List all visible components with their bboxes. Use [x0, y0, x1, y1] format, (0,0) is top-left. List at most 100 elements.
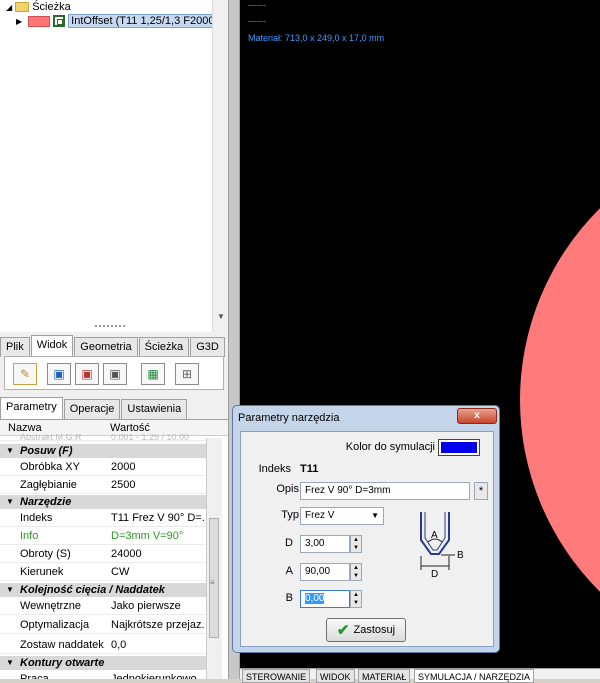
prop-value[interactable]: 2500: [111, 476, 205, 494]
panel-tabs: Plik Widok Geometria Ścieżka G3D: [0, 335, 226, 357]
tab-sterowanie[interactable]: STEROWANIE: [242, 669, 311, 683]
color-blocks-icon: ▦: [147, 367, 159, 381]
property-row-kierunek[interactable]: Kierunek CW: [0, 563, 206, 581]
property-scrollbar[interactable]: ≡: [206, 438, 222, 679]
tab-operacje[interactable]: Operacje: [63, 399, 121, 419]
d-input[interactable]: 3,00: [300, 535, 350, 553]
d-label: D: [285, 537, 293, 549]
tab-sciezka[interactable]: Ścieżka: [138, 337, 190, 357]
opis-button[interactable]: *: [474, 482, 488, 500]
prop-value: 0,001 - 1,25 / 10,00: [111, 434, 190, 441]
edit-view-button[interactable]: ✎: [13, 363, 37, 385]
opis-input[interactable]: Frez V 90° D=3mm: [300, 482, 470, 500]
toolpath-tree[interactable]: ◢ Ścieżka ▶ IntOffset (T11 1,25/1,3 F2000…: [0, 0, 228, 332]
property-row-info: Info D=3mm V=90°: [0, 527, 206, 545]
property-grid: Nazwa Wartość Abstrakt M.G.R 0,001 - 1,2…: [0, 419, 228, 679]
dialog-body: Kolor do symulacji Indeks T11 Opis Frez …: [240, 431, 494, 647]
prop-name: Obróbka XY: [20, 461, 80, 473]
tool-geometry-diagram: A B D: [420, 512, 464, 580]
property-row-obrobka-xy[interactable]: Obróbka XY 2000: [0, 458, 206, 476]
category-narzedzie[interactable]: Narzędzie: [0, 495, 206, 509]
prop-name: Wewnętrzne: [20, 600, 81, 612]
typ-select[interactable]: Frez V ▼: [300, 507, 384, 525]
prop-name: Info: [20, 530, 39, 542]
tab-widok-bottom[interactable]: WIDOK: [316, 669, 355, 683]
category-posuw[interactable]: Posuw (F): [0, 444, 206, 458]
view-side-button[interactable]: ▣: [75, 363, 99, 385]
collapse-arrow-icon[interactable]: ▶: [16, 17, 22, 26]
apply-label: Zastosuj: [353, 624, 396, 636]
sim-color-picker[interactable]: [438, 439, 480, 456]
splitter-grip[interactable]: [95, 325, 125, 329]
expand-icon[interactable]: ◢: [6, 3, 12, 12]
prop-value[interactable]: T11 Frez V 90° D=...: [111, 509, 205, 527]
pencil-icon: ✎: [19, 367, 31, 381]
typ-label: Typ: [281, 509, 299, 521]
prop-value: D=3mm V=90°: [111, 530, 184, 542]
view-top-button[interactable]: ▣: [103, 363, 127, 385]
property-row-indeks[interactable]: Indeks T11 Frez V 90° D=...: [0, 509, 206, 527]
sim-color-label: Kolor do symulacji: [345, 441, 435, 453]
spin-down-icon[interactable]: ▼: [353, 600, 359, 606]
tab-symulacja[interactable]: SYMULACJA / NARZĘDZIA: [414, 669, 535, 683]
scroll-grip-icon: ≡: [210, 578, 215, 587]
property-row-praca[interactable]: Praca Jednokierunkowo: [0, 670, 206, 679]
material-info: Materiał: 713,0 x 249,0 x 17,0 mm: [248, 33, 385, 43]
grid-icon: ⊞: [181, 367, 193, 381]
prop-value[interactable]: 0,0: [111, 636, 205, 654]
prop-name: Praca: [20, 673, 49, 679]
prop-tabs: Parametry Operacje Ustawienia: [0, 397, 188, 419]
scroll-down-icon[interactable]: ▼: [217, 312, 225, 321]
property-row-zaglebianie[interactable]: Zagłębianie 2500: [0, 476, 206, 494]
tab-material[interactable]: MATERIAŁ: [358, 669, 411, 683]
view-front-icon: ▣: [53, 367, 65, 381]
spin-up-icon[interactable]: ▲: [353, 565, 359, 571]
tab-parametry[interactable]: Parametry: [0, 397, 63, 419]
prop-value[interactable]: Jako pierwsze: [111, 597, 205, 615]
property-row-optymalizacja[interactable]: Optymalizacja Najkrótsze przejaz...: [0, 616, 206, 634]
a-label: A: [285, 565, 293, 577]
grid-view-button[interactable]: ⊞: [175, 363, 199, 385]
folder-icon: [15, 2, 30, 13]
category-kontury[interactable]: Kontury otwarte: [0, 656, 206, 670]
sim-color-swatch: [441, 442, 477, 453]
a-spinner[interactable]: ▲ ▼: [350, 563, 362, 581]
property-row-obroty[interactable]: Obroty (S) 24000: [0, 545, 206, 563]
prop-name: Abstrakt M.G.R: [20, 434, 82, 441]
property-row-wewnetrzne[interactable]: Wewnętrzne Jako pierwsze: [0, 597, 206, 615]
property-row-zostaw-naddatek[interactable]: Zostaw naddatek 0,0: [0, 636, 206, 654]
color-view-button[interactable]: ▦: [141, 363, 165, 385]
diagram-label-d: D: [431, 569, 438, 580]
indeks-label: Indeks: [258, 463, 291, 475]
view-front-button[interactable]: ▣: [47, 363, 71, 385]
prop-value[interactable]: CW: [111, 563, 205, 581]
prop-value[interactable]: 2000: [111, 458, 205, 476]
spin-down-icon[interactable]: ▼: [353, 545, 359, 551]
category-kolejnosc[interactable]: Kolejność cięcia / Naddatek: [0, 583, 206, 597]
diagram-label-b: B: [457, 550, 464, 561]
checkmark-icon: ✔: [336, 622, 350, 639]
prop-value[interactable]: Najkrótsze przejaz...: [111, 616, 205, 634]
close-button[interactable]: x: [457, 408, 497, 424]
apply-button[interactable]: ✔ Zastosuj: [326, 618, 406, 642]
tree-item-intoffset[interactable]: ▶ IntOffset (T11 1,25/1,3 F2000): [16, 14, 222, 28]
tab-geometria[interactable]: Geometria: [74, 337, 138, 357]
tree-scrollbar[interactable]: ▼: [212, 0, 228, 332]
prop-value[interactable]: 24000: [111, 545, 205, 563]
tab-ustawienia[interactable]: Ustawienia: [121, 399, 188, 419]
tab-widok[interactable]: Widok: [30, 335, 74, 357]
material-shape: [520, 130, 600, 668]
d-spinner[interactable]: ▲ ▼: [350, 535, 362, 553]
b-spinner[interactable]: ▲ ▼: [350, 590, 362, 608]
b-input[interactable]: 0,00: [300, 590, 350, 608]
indeks-value: T11: [300, 463, 319, 475]
a-input[interactable]: 90,00: [300, 563, 350, 581]
view-top-icon: ▣: [109, 367, 121, 381]
spin-down-icon[interactable]: ▼: [353, 573, 359, 579]
tab-plik[interactable]: Plik: [0, 337, 30, 357]
prop-value[interactable]: Jednokierunkowo: [111, 670, 205, 679]
tab-g3d[interactable]: G3D: [190, 337, 225, 357]
spin-up-icon[interactable]: ▲: [353, 537, 359, 543]
spin-up-icon[interactable]: ▲: [353, 592, 359, 598]
tree-root[interactable]: ◢ Ścieżka: [6, 1, 71, 13]
